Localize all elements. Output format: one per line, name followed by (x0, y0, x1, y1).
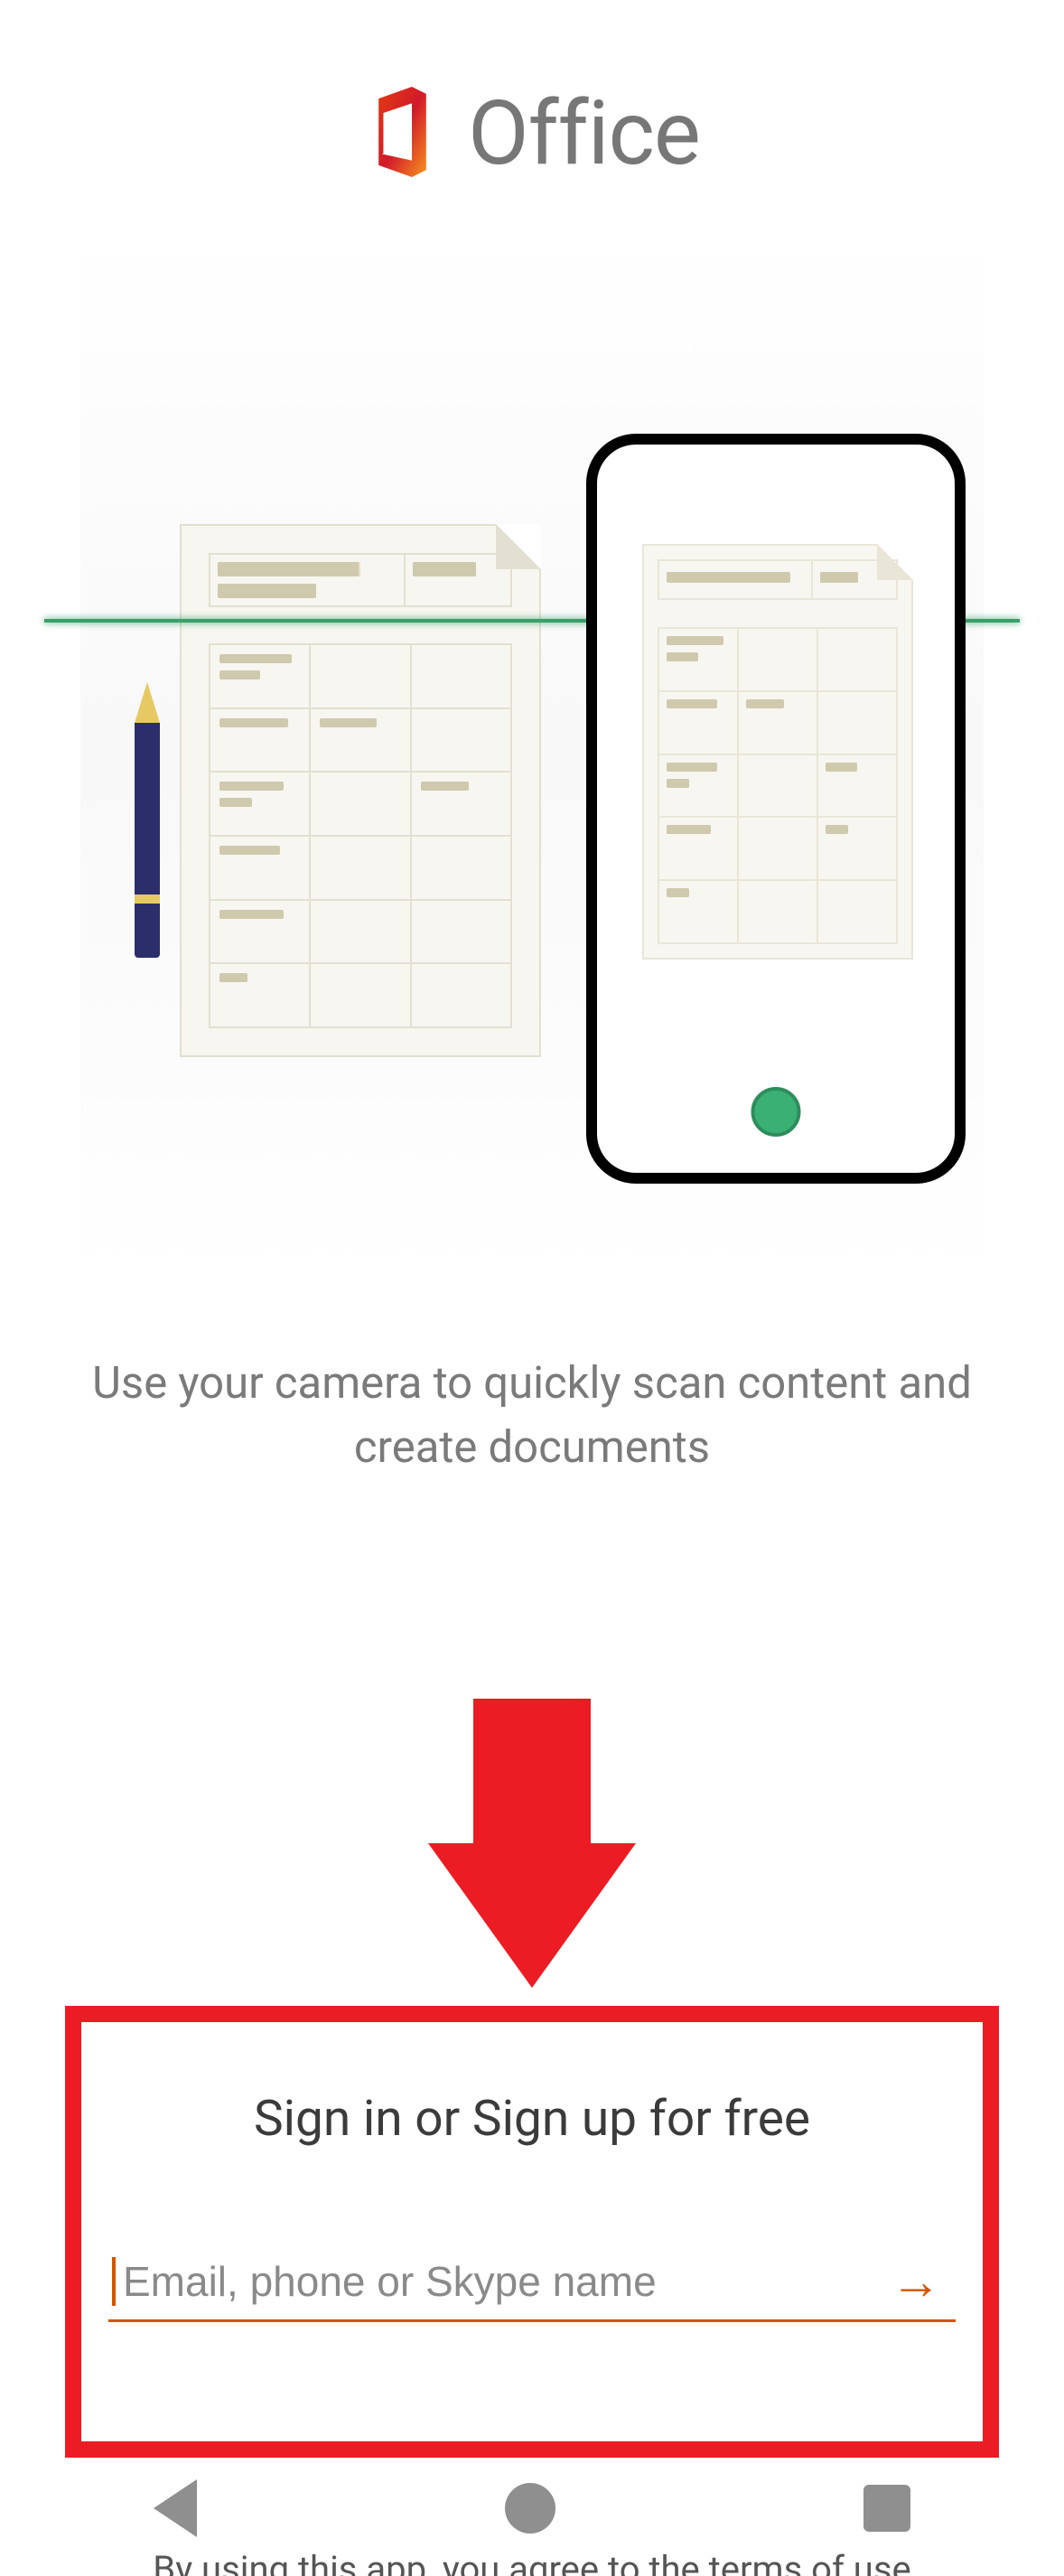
signin-panel: Sign in or Sign up for free → (65, 2006, 999, 2458)
signin-title: Sign in or Sign up for free (254, 2090, 810, 2148)
signin-field: → (108, 2256, 956, 2322)
submit-arrow-icon[interactable]: → (880, 2256, 952, 2307)
pen-icon (135, 682, 160, 962)
phone-icon (586, 434, 966, 1184)
onboarding-caption: Use your camera to quickly scan content … (0, 1351, 1064, 1479)
app-header: Office (0, 0, 1064, 185)
annotation-arrow-icon (428, 1699, 636, 1988)
document-icon (180, 524, 541, 1057)
onboarding-illustration (80, 230, 984, 1279)
brand-name: Office (468, 81, 700, 185)
nav-back-icon[interactable] (154, 2479, 197, 2537)
system-nav-bar (0, 2468, 1064, 2549)
terms-link[interactable]: terms of use (709, 2548, 911, 2576)
legal-text: By using this app, you agree to the term… (0, 2548, 1064, 2576)
office-logo-icon (364, 87, 441, 181)
legal-prefix: By using this app, you agree to the (153, 2548, 708, 2576)
signin-input[interactable] (112, 2257, 880, 2306)
nav-recent-icon[interactable] (863, 2485, 910, 2532)
camera-shutter-icon (751, 1087, 801, 1137)
nav-home-icon[interactable] (505, 2483, 555, 2534)
